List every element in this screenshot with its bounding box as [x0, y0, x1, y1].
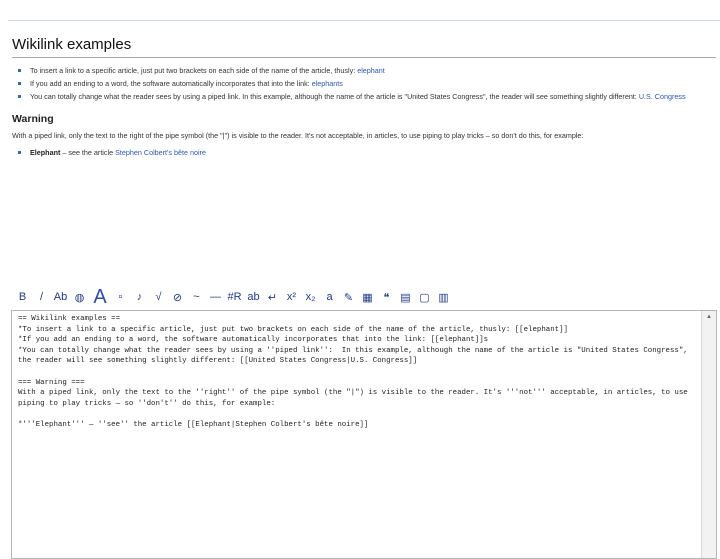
- preview-heading: Wikilink examples: [12, 36, 716, 58]
- bold-icon[interactable]: B: [14, 289, 31, 306]
- redirect-icon[interactable]: #R: [226, 289, 243, 306]
- globe-link-icon[interactable]: ◍: [71, 289, 88, 306]
- comment-icon[interactable]: ✎: [340, 289, 357, 306]
- warning-paragraph: With a piped link, only the text to the …: [12, 131, 584, 140]
- internal-link-icon[interactable]: Ab: [52, 289, 69, 306]
- headline-icon[interactable]: A: [90, 286, 110, 308]
- small-text-icon[interactable]: a: [321, 289, 338, 306]
- link-colbert[interactable]: Stephen Colbert's bête noire: [115, 148, 206, 157]
- edit-toolbar: B / Ab ◍ A ▫ ♪ √ ⊘ ~ — #R ab ↵ x² x₂ a ✎ ▦ ❝ ▤ ▢ ▥: [14, 286, 452, 308]
- preview-area: Wikilink examples To insert a link to a …: [12, 36, 716, 159]
- link-elephant[interactable]: elephant: [357, 66, 385, 75]
- line-break-icon[interactable]: ↵: [264, 289, 281, 306]
- quote-icon[interactable]: ❝: [378, 289, 395, 306]
- box-icon[interactable]: ▢: [416, 289, 433, 306]
- list-item: If you add an ending to a word, the soft…: [12, 77, 716, 90]
- grid-icon[interactable]: ▥: [435, 289, 452, 306]
- warning-heading: Warning: [12, 113, 54, 125]
- link-us-congress[interactable]: U.S. Congress: [639, 92, 686, 101]
- image-icon[interactable]: ▫: [112, 289, 129, 306]
- wikitext-editor[interactable]: == Wikilink examples == *To insert a lin…: [11, 310, 717, 559]
- subscript-icon[interactable]: x₂: [302, 289, 319, 306]
- signature-icon[interactable]: ~: [188, 289, 205, 306]
- media-icon[interactable]: ♪: [131, 289, 148, 306]
- editor-text[interactable]: == Wikilink examples == *To insert a lin…: [12, 311, 716, 431]
- horizontal-line-icon[interactable]: —: [207, 289, 224, 306]
- example-list: Elephant – see the article Stephen Colbe…: [12, 146, 716, 159]
- scroll-up-icon[interactable]: ▲: [705, 314, 713, 320]
- list-item: To insert a link to a specific article, …: [12, 64, 716, 77]
- italic-icon[interactable]: /: [33, 289, 50, 306]
- superscript-icon[interactable]: x²: [283, 289, 300, 306]
- math-icon[interactable]: √: [150, 289, 167, 306]
- gallery-icon[interactable]: ▦: [359, 289, 376, 306]
- editor-scrollbar[interactable]: ▲: [701, 311, 716, 558]
- strike-icon[interactable]: ab: [245, 289, 262, 306]
- nowiki-icon[interactable]: ⊘: [169, 289, 186, 306]
- list-item: Elephant – see the article Stephen Colbe…: [12, 146, 716, 159]
- top-divider: [8, 20, 720, 21]
- link-elephants[interactable]: elephants: [312, 79, 343, 88]
- list-item: You can totally change what the reader s…: [12, 90, 716, 103]
- table-icon[interactable]: ▤: [397, 289, 414, 306]
- preview-bullet-list: To insert a link to a specific article, …: [12, 64, 716, 103]
